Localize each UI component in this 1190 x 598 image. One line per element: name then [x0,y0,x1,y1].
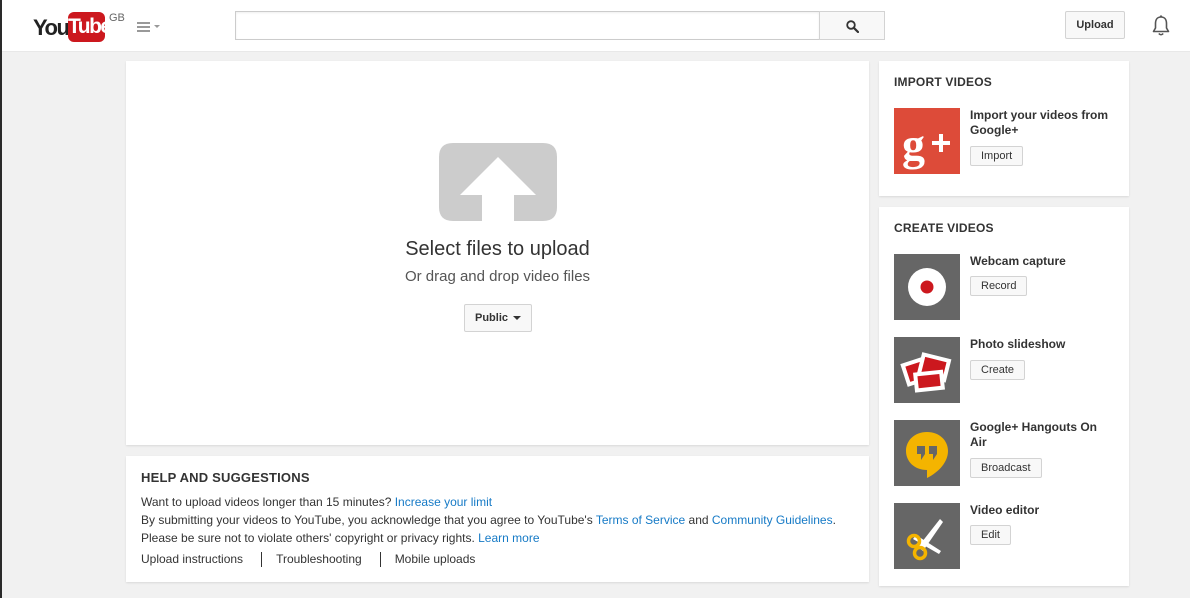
logo-you: You [33,15,70,40]
privacy-label: Public [475,312,509,324]
svg-text:g: g [902,119,925,170]
import-google-plus-label: Import your videos from Google+ [970,108,1109,137]
photo-slideshow-label: Photo slideshow [970,337,1066,351]
help-links: Upload instructions Troubleshooting Mobile… [141,552,476,568]
masthead: You Tube GB Upload [2,0,1190,52]
help-title: HELP AND SUGGESTIONS [141,470,310,485]
terms-of-service-link[interactable]: Terms of Service [596,513,685,527]
scissors-icon[interactable] [894,503,960,569]
help-panel: HELP AND SUGGESTIONS Want to upload vide… [126,456,869,582]
community-guidelines-link[interactable]: Community Guidelines [712,513,833,527]
hangouts-icon[interactable] [894,420,960,486]
hangouts-label: Google+ Hangouts On Air [970,420,1098,449]
help-line-copyright: Please be sure not to violate others' co… [141,531,540,545]
search-input[interactable] [235,11,820,40]
privacy-dropdown[interactable]: Public [464,304,532,332]
upload-arrow-icon[interactable] [439,143,557,221]
troubleshooting-link[interactable]: Troubleshooting [276,552,362,566]
upload-instructions-link[interactable]: Upload instructions [141,552,243,566]
google-plus-icon[interactable]: g [894,108,960,174]
upload-dropzone[interactable]: Select files to upload Or drag and drop … [126,61,869,445]
guide-menu-icon[interactable] [137,20,163,34]
youtube-logo[interactable]: You Tube [33,12,121,44]
create-button[interactable]: Create [970,360,1026,380]
window-edge [0,0,2,598]
import-button[interactable]: Import [970,146,1024,166]
help-line-terms: By submitting your videos to YouTube, yo… [141,513,836,527]
create-videos-panel: CREATE VIDEOS Webcam capture Record Phot… [879,207,1129,586]
webcam-capture-label: Webcam capture [970,254,1066,268]
import-videos-title: IMPORT VIDEOS [894,75,992,89]
import-videos-panel: IMPORT VIDEOS g Import your videos from … [879,61,1129,196]
create-videos-title: CREATE VIDEOS [894,221,994,235]
learn-more-link[interactable]: Learn more [478,531,539,545]
divider [261,552,263,568]
upload-title: Select files to upload [405,238,590,260]
search-icon [846,20,859,33]
mobile-uploads-link[interactable]: Mobile uploads [395,552,476,566]
search-button[interactable] [819,11,885,40]
upload-subtitle: Or drag and drop video files [404,268,591,285]
webcam-record-icon[interactable] [894,254,960,320]
increase-limit-link[interactable]: Increase your limit [395,495,492,509]
broadcast-button[interactable]: Broadcast [970,458,1042,478]
caret-down-icon [513,316,521,320]
photo-slideshow-icon[interactable] [894,337,960,403]
divider [379,552,381,568]
edit-button[interactable]: Edit [970,525,1011,545]
record-button[interactable]: Record [970,276,1028,296]
video-editor-label: Video editor [970,503,1040,517]
logo-tube: Tube [68,12,112,42]
country-code: GB [109,12,125,24]
notifications-bell-icon[interactable] [1151,15,1171,37]
help-line-limit: Want to upload videos longer than 15 min… [141,495,493,509]
upload-button[interactable]: Upload [1065,11,1125,39]
